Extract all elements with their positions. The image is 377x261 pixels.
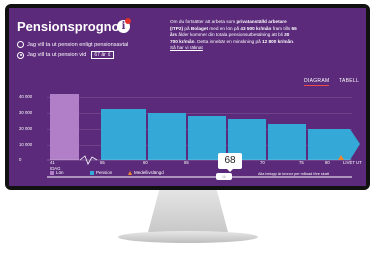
age-slider-thumb[interactable]: III xyxy=(216,173,232,180)
x-tick: 41 xyxy=(50,160,55,165)
pension-bar xyxy=(148,113,186,160)
amount-footnote: Alla belopp är kronor per månad före ska… xyxy=(258,172,329,176)
x-tick: 70 xyxy=(260,160,265,165)
pension-bar xyxy=(101,109,146,160)
app-screen: Pensionsprognos i Jag vill ta ut pension… xyxy=(9,8,366,186)
legend-item-lon: Lön xyxy=(50,170,64,175)
triangle-icon xyxy=(128,170,132,175)
legend-item-pension: Pension xyxy=(90,170,112,175)
pension-bar xyxy=(268,124,306,160)
pension-bar-lifetime xyxy=(308,129,360,160)
legend-swatch xyxy=(90,170,94,175)
salary-bar xyxy=(50,94,79,160)
x-tick: 55 xyxy=(100,160,105,165)
monitor-bezel: Pensionsprognos i Jag vill ta ut pension… xyxy=(5,4,370,190)
legend-swatch xyxy=(50,170,54,175)
x-tick: LIVET UT xyxy=(343,160,362,165)
slider-value-tooltip: 68 xyxy=(218,153,242,172)
monitor-base xyxy=(118,231,258,243)
x-tick: 75 xyxy=(299,160,304,165)
monitor-stand xyxy=(148,190,228,232)
x-tick: 65 xyxy=(184,160,189,165)
legend-item-median: Medellivslängd xyxy=(128,170,164,175)
x-tick: 60 xyxy=(143,160,148,165)
x-tick: 80 xyxy=(325,160,330,165)
